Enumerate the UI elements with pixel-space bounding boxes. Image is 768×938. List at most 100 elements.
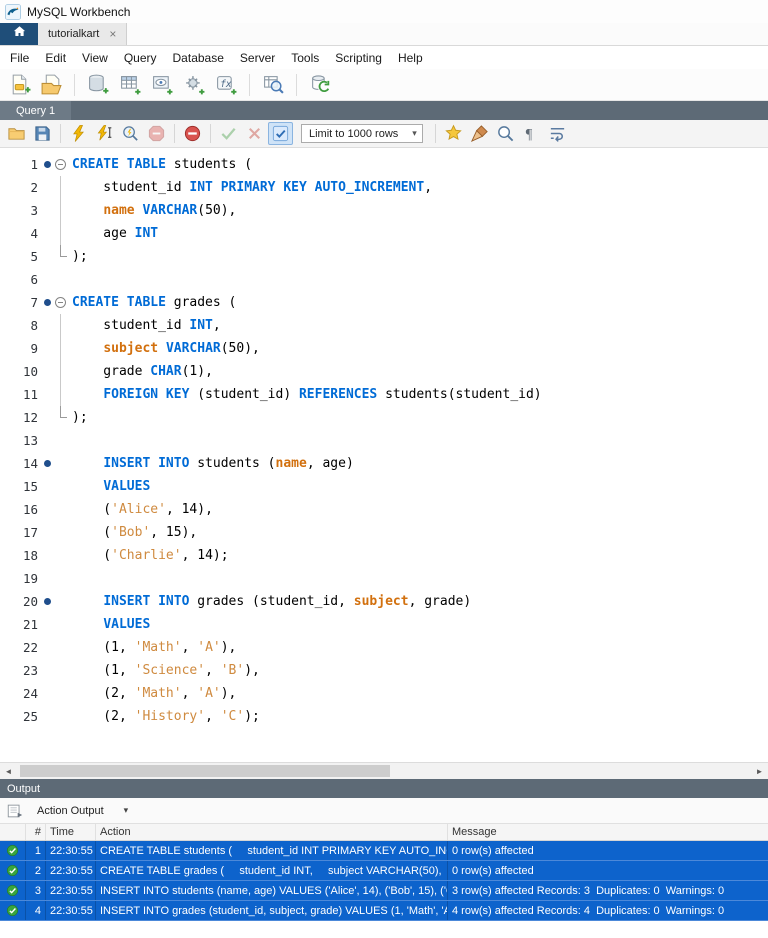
menu-server[interactable]: Server [232, 46, 283, 69]
find-button[interactable] [493, 122, 518, 145]
new-procedure-button[interactable] [179, 71, 209, 99]
query-tab-strip: Query 1 [0, 101, 768, 120]
editor-line: 3 name VARCHAR(50), [0, 199, 768, 222]
menu-tools[interactable]: Tools [283, 46, 327, 69]
message-cell: 4 row(s) affected Records: 4 Duplicates:… [452, 904, 725, 917]
save-script-button[interactable] [30, 122, 55, 145]
menu-file[interactable]: File [2, 46, 37, 69]
new-table-button[interactable] [115, 71, 145, 99]
gutter-markers [38, 475, 72, 498]
new-function-button[interactable]: fx [211, 71, 241, 99]
code-token: 'A' [197, 686, 221, 701]
scrollbar-thumb[interactable] [20, 764, 390, 777]
invisible-chars-button[interactable]: ¶ [519, 122, 544, 145]
tab-close-icon[interactable]: × [109, 27, 116, 41]
fold-collapse-icon[interactable] [55, 159, 66, 170]
wrap-text-button[interactable] [545, 122, 570, 145]
stop-button[interactable] [144, 122, 169, 145]
save-snippet-button[interactable] [441, 122, 466, 145]
scroll-right-arrow-icon[interactable]: ► [751, 767, 768, 776]
connection-tab[interactable]: tutorialkart × [38, 23, 128, 45]
menu-help[interactable]: Help [390, 46, 431, 69]
line-number: 10 [22, 364, 38, 379]
output-row[interactable]: 2 22:30:55 CREATE TABLE grades ( student_i… [0, 861, 768, 881]
reconnect-dbms-button[interactable] [305, 71, 335, 99]
code-token: ( [72, 502, 112, 517]
code-token: , [205, 709, 221, 724]
output-row[interactable]: 1 22:30:55 CREATE TABLE students ( student… [0, 841, 768, 861]
gutter-markers [38, 498, 72, 521]
rollback-button[interactable] [242, 122, 267, 145]
editor-lines: 1 CREATE TABLE students (2 student_id INT… [0, 153, 768, 728]
output-view-selector[interactable]: Action Output ▾ [31, 803, 134, 819]
stop-on-error-button[interactable] [180, 122, 205, 145]
main-toolbar: fx [0, 69, 768, 101]
code-token: grades ( [165, 295, 237, 310]
column-header-status [0, 824, 26, 840]
status-success-icon [0, 881, 26, 900]
code-text: name VARCHAR(50), [72, 203, 236, 218]
menu-edit[interactable]: Edit [37, 46, 74, 69]
home-tab-button[interactable] [0, 23, 38, 45]
action-cell: INSERT INTO grades (student_id, subject,… [96, 901, 448, 920]
code-token: , [181, 686, 198, 701]
commit-button[interactable] [216, 122, 241, 145]
beautify-button[interactable] [467, 122, 492, 145]
limit-rows-value: Limit to 1000 rows [309, 127, 399, 140]
output-row[interactable]: 4 22:30:55 INSERT INTO grades (student_id,… [0, 901, 768, 921]
query-tab[interactable]: Query 1 [0, 101, 72, 120]
output-panel-filler [0, 921, 768, 938]
gutter-markers [38, 291, 72, 314]
scrollbar-track[interactable] [17, 763, 751, 780]
explain-button[interactable] [118, 122, 143, 145]
code-text: INSERT INTO grades (student_id, subject,… [72, 594, 471, 609]
toolbar-separator [210, 124, 211, 143]
open-file-button[interactable] [4, 122, 29, 145]
execute-button[interactable] [66, 122, 91, 145]
scroll-left-arrow-icon[interactable]: ◄ [0, 767, 17, 776]
menu-query[interactable]: Query [116, 46, 165, 69]
row-number-cell: 1 [26, 841, 46, 860]
new-query-tab-button[interactable] [4, 71, 34, 99]
fold-end-marker [60, 406, 67, 418]
code-token: grades (student_id, [189, 594, 354, 609]
limit-rows-dropdown[interactable]: Limit to 1000 rows ▾ [301, 124, 423, 143]
autocommit-button[interactable] [268, 122, 293, 145]
editor-line: 6 [0, 268, 768, 291]
code-token: (50), [197, 203, 237, 218]
menu-view[interactable]: View [74, 46, 116, 69]
statement-marker-icon [44, 161, 51, 168]
execute-current-button[interactable] [92, 122, 117, 145]
search-table-data-button[interactable] [258, 71, 288, 99]
output-row[interactable]: 3 22:30:55 INSERT INTO students (name, age… [0, 881, 768, 901]
code-token: INT [189, 318, 213, 333]
code-token: CREATE TABLE [72, 295, 166, 310]
open-sql-script-button[interactable] [36, 71, 66, 99]
fold-guide-line [60, 360, 61, 383]
fold-collapse-icon[interactable] [55, 297, 66, 308]
line-number: 9 [30, 341, 38, 356]
code-text: VALUES [72, 617, 150, 632]
new-view-button[interactable] [147, 71, 177, 99]
code-token: (1, [72, 640, 135, 655]
line-number: 22 [22, 640, 38, 655]
code-token: VARCHAR [142, 203, 198, 218]
svg-text:¶: ¶ [526, 127, 533, 143]
editor-horizontal-scrollbar[interactable]: ◄ ► [0, 762, 768, 779]
line-number: 13 [22, 433, 38, 448]
sql-editor[interactable]: 1 CREATE TABLE students (2 student_id INT… [0, 148, 768, 762]
column-header-num: # [26, 824, 46, 840]
editor-line: 4 age INT [0, 222, 768, 245]
new-schema-button[interactable] [83, 71, 113, 99]
gutter-markers [38, 705, 72, 728]
menu-database[interactable]: Database [165, 46, 232, 69]
statement-marker-icon [44, 598, 51, 605]
code-text: ); [72, 410, 88, 425]
editor-line: 9 subject VARCHAR(50), [0, 337, 768, 360]
code-token: (1), [181, 364, 213, 379]
menu-scripting[interactable]: Scripting [327, 46, 390, 69]
code-token: (2, [72, 686, 135, 701]
row-number-cell: 2 [26, 861, 46, 880]
